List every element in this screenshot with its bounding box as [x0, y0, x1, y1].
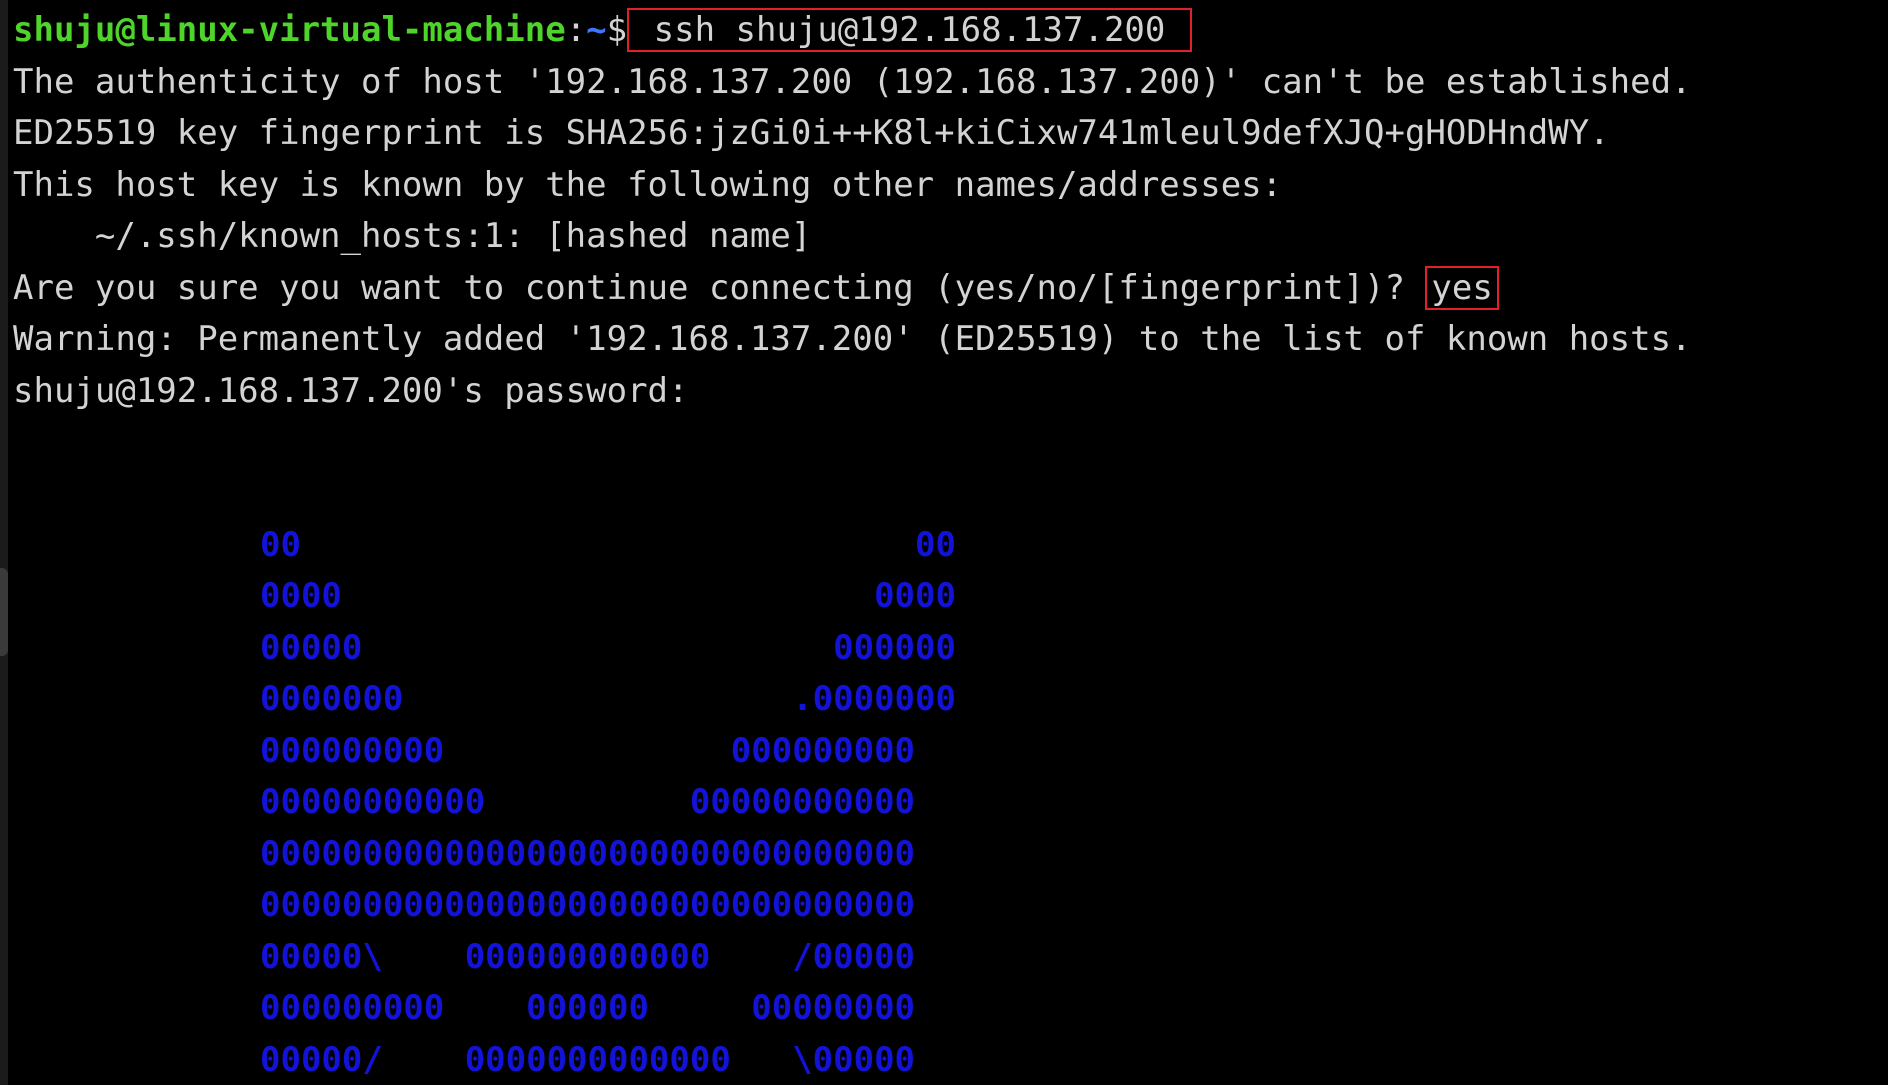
- banner-line: 00000 000000: [260, 628, 956, 668]
- ssh-command: ssh shuju@192.168.137.200: [653, 10, 1166, 50]
- warning-line: Warning: Permanently added '192.168.137.…: [13, 319, 1692, 359]
- terminal-window[interactable]: shuju@linux-virtual-machine:~$ ssh shuju…: [0, 0, 1888, 1085]
- command-line: shuju@linux-virtual-machine:~$ ssh shuju…: [13, 5, 1192, 55]
- banner-line: 000000000 000000 00000000: [260, 988, 916, 1028]
- confirm-answer: yes: [1425, 266, 1499, 310]
- output-line-known-names: This host key is known by the following …: [13, 165, 1283, 205]
- confirm-question: Are you sure you want to continue connec…: [13, 268, 1426, 308]
- password-prompt[interactable]: shuju@192.168.137.200's password:: [13, 366, 689, 416]
- banner-line: 000000000 000000000: [260, 731, 916, 771]
- banner-line: 0000 0000: [260, 576, 956, 616]
- banner-line: 00000000000000000000000000000000: [260, 885, 916, 925]
- banner-line: 00 00: [260, 525, 956, 565]
- highlighted-command: ssh shuju@192.168.137.200: [627, 8, 1192, 52]
- banner-line: 00000/ 0000000000000 \00000: [260, 1040, 916, 1080]
- banner-line: 00000\ 000000000000 /00000: [260, 937, 916, 977]
- banner-line: 00000000000 00000000000: [260, 782, 916, 822]
- output-line-fingerprint: ED25519 key fingerprint is SHA256:jzGi0i…: [13, 113, 1610, 153]
- output-line-authenticity: The authenticity of host '192.168.137.20…: [13, 62, 1692, 102]
- confirm-line: Are you sure you want to continue connec…: [13, 263, 1499, 313]
- banner-line: 00000000000000000000000000000000: [260, 834, 916, 874]
- prompt-path: ~: [586, 10, 607, 50]
- window-left-edge: [0, 0, 8, 1085]
- side-panel-handle[interactable]: [0, 568, 8, 656]
- banner-line: 0000000 .0000000: [260, 679, 956, 719]
- output-line-known-hosts: ~/.ssh/known_hosts:1: [hashed name]: [13, 216, 812, 256]
- prompt-colon: :: [565, 10, 587, 50]
- prompt-dollar: $: [606, 10, 628, 50]
- prompt-user-host: shuju@linux-virtual-machine: [13, 10, 566, 50]
